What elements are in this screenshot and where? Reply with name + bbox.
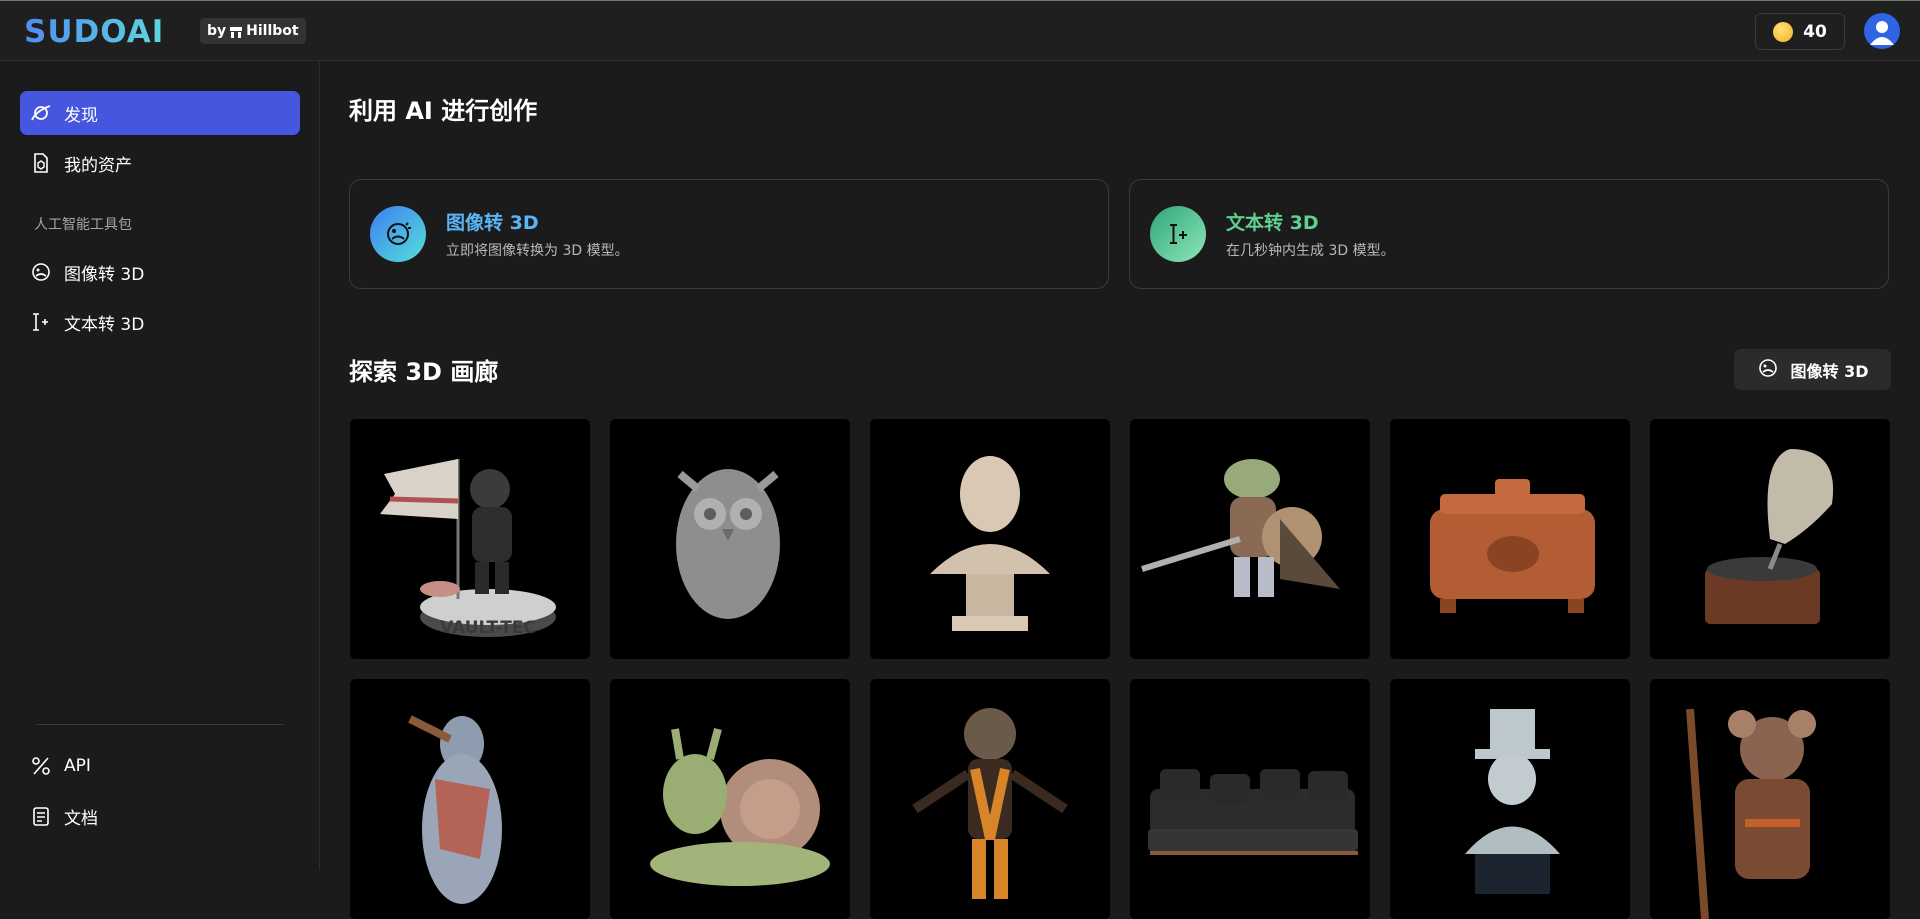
image-to-3d-icon bbox=[1757, 357, 1779, 383]
feature-description: 立即将图像转换为 3D 模型。 bbox=[446, 243, 629, 259]
gallery-item[interactable] bbox=[870, 679, 1110, 919]
gallery-item[interactable] bbox=[1650, 419, 1890, 659]
owl-model bbox=[676, 469, 780, 619]
gallery-item[interactable] bbox=[870, 419, 1110, 659]
gallery-item[interactable] bbox=[610, 419, 850, 659]
vault-tec-label: VAULT-TEC bbox=[440, 618, 536, 638]
sidebar-item-text-to-3d[interactable]: 文本转 3D bbox=[20, 300, 300, 344]
image-to-3d-icon bbox=[370, 206, 426, 262]
hillbot-logo-icon bbox=[230, 26, 243, 38]
coin-icon bbox=[1773, 21, 1794, 42]
sidebar-item-label: 文档 bbox=[64, 808, 98, 829]
page-title: 利用 AI 进行创作 bbox=[349, 97, 538, 125]
mouse-adventurer-model bbox=[1686, 708, 1816, 919]
gallery-title: 探索 3D 画廊 bbox=[349, 358, 499, 386]
sidebar-divider bbox=[36, 724, 284, 725]
feature-description: 在几秒钟内生成 3D 模型。 bbox=[1226, 243, 1395, 259]
asset-file-icon bbox=[30, 152, 52, 174]
gallery-item[interactable] bbox=[610, 679, 850, 919]
by-label: by bbox=[207, 23, 227, 39]
gallery-button-label: 图像转 3D bbox=[1790, 361, 1869, 381]
top-hat-bust-model bbox=[1465, 709, 1560, 894]
brand-name: Hillbot bbox=[246, 23, 299, 39]
frog-knight-model bbox=[1141, 459, 1340, 597]
snail-model bbox=[650, 727, 830, 886]
sidebar-item-image-to-3d[interactable]: 图像转 3D bbox=[20, 250, 300, 294]
sofa-model bbox=[1148, 769, 1358, 855]
sidebar-item-label: 发现 bbox=[64, 105, 98, 126]
user-avatar[interactable] bbox=[1864, 13, 1900, 49]
sidebar-item-label: 文本转 3D bbox=[64, 314, 145, 335]
sidebar-item-label: 图像转 3D bbox=[64, 264, 145, 285]
planet-icon bbox=[30, 102, 52, 124]
api-icon bbox=[30, 755, 52, 777]
credits-count: 40 bbox=[1803, 21, 1827, 42]
pigeon-model bbox=[408, 715, 502, 904]
image-to-3d-card[interactable]: 图像转 3D 立即将图像转换为 3D 模型。 bbox=[349, 179, 1109, 289]
feature-title: 文本转 3D bbox=[1226, 212, 1319, 234]
toolkit-section-label: 人工智能工具包 bbox=[34, 217, 132, 233]
credits-balance[interactable]: 40 bbox=[1755, 13, 1845, 50]
sidebar-item-label: 我的资产 bbox=[64, 155, 132, 176]
user-icon bbox=[1870, 21, 1894, 45]
feature-title: 图像转 3D bbox=[446, 212, 539, 234]
sudoai-logo[interactable]: SUDOAI bbox=[24, 14, 164, 50]
carved-chest-model bbox=[1430, 479, 1595, 613]
sidebar-item-label: API bbox=[64, 756, 91, 776]
text-to-3d-card[interactable]: 文本转 3D 在几秒钟内生成 3D 模型。 bbox=[1129, 179, 1889, 289]
gallery-item[interactable] bbox=[1650, 679, 1890, 919]
sidebar-item-api[interactable]: API bbox=[20, 744, 300, 788]
sidebar-item-docs[interactable]: 文档 bbox=[20, 794, 300, 838]
gramophone-model bbox=[1705, 449, 1834, 624]
sidebar: 发现 我的资产 人工智能工具包 图像转 3D 文本转 3D API 文档 bbox=[0, 61, 320, 870]
image-to-3d-icon bbox=[30, 261, 52, 283]
text-to-3d-icon bbox=[30, 311, 52, 333]
gallery-item[interactable] bbox=[1130, 419, 1370, 659]
gallery-item[interactable] bbox=[1130, 679, 1370, 919]
raccoon-model bbox=[912, 708, 1068, 899]
gallery-item[interactable] bbox=[1390, 419, 1630, 659]
docs-icon bbox=[30, 805, 52, 827]
vault-boy-flag-model: VAULT-TEC bbox=[380, 459, 556, 638]
sidebar-item-discover[interactable]: 发现 bbox=[20, 91, 300, 135]
top-bar: SUDOAI by Hillbot 40 bbox=[0, 0, 1920, 61]
bust-model bbox=[930, 456, 1050, 631]
sidebar-item-my-assets[interactable]: 我的资产 bbox=[20, 141, 300, 185]
gallery-item[interactable]: VAULT-TEC bbox=[350, 419, 590, 659]
gallery-image-to-3d-button[interactable]: 图像转 3D bbox=[1734, 349, 1891, 390]
main-content: 利用 AI 进行创作 图像转 3D 立即将图像转换为 3D 模型。 文本转 3D… bbox=[321, 61, 1920, 919]
gallery-item[interactable] bbox=[1390, 679, 1630, 919]
text-to-3d-icon bbox=[1150, 206, 1206, 262]
by-hillbot-badge[interactable]: by Hillbot bbox=[200, 18, 306, 44]
gallery-item[interactable] bbox=[350, 679, 590, 919]
